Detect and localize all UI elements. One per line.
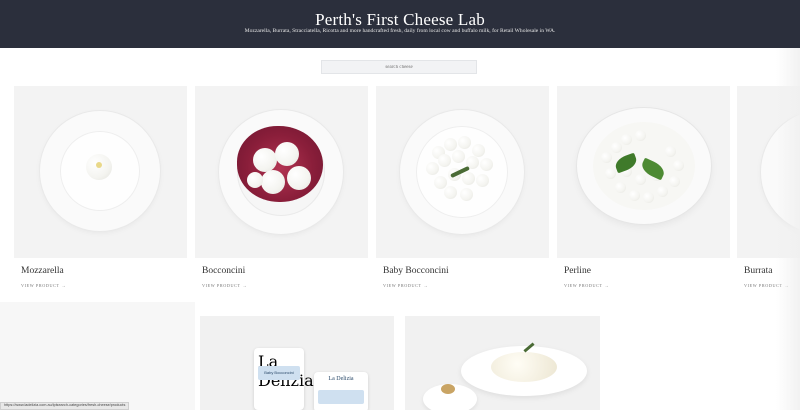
search-input[interactable]	[321, 60, 477, 74]
perline-ball	[665, 146, 676, 157]
tub-label	[318, 390, 364, 404]
product-name[interactable]: Perline	[564, 266, 591, 276]
product-image-placeholder[interactable]	[0, 302, 195, 410]
bocconcini-ball	[287, 166, 311, 190]
baby-bocconcini-ball	[480, 158, 493, 171]
page-edge-shadow	[776, 48, 800, 410]
baby-bocconcini-ball	[444, 186, 457, 199]
baby-bocconcini-ball	[444, 138, 457, 151]
product-image-perline[interactable]	[557, 86, 730, 258]
tub-brand: La Delizia	[328, 376, 354, 382]
baby-bocconcini-ball	[458, 136, 471, 149]
cheese-pile	[491, 352, 557, 382]
product-name[interactable]: Mozzarella	[21, 266, 64, 276]
perline-ball	[673, 160, 684, 171]
tub-label: Baby Bocconcini	[258, 366, 300, 380]
baby-bocconcini-ball	[472, 144, 485, 157]
bocconcini-ball	[275, 142, 299, 166]
view-product-link[interactable]: VIEW PRODUCT →	[202, 283, 247, 288]
perline-ball	[629, 190, 640, 201]
perline-ball	[621, 134, 632, 145]
perline-ball	[605, 168, 616, 179]
site-header: Perth's First Cheese Lab Mozzarella, Bur…	[0, 0, 800, 48]
page-title: Perth's First Cheese Lab	[315, 10, 485, 29]
perline-ball	[635, 174, 646, 185]
product-image-ricotta[interactable]	[405, 316, 600, 410]
baby-bocconcini-ball	[452, 150, 465, 163]
baby-bocconcini-ball	[438, 154, 451, 167]
perline-ball	[669, 176, 680, 187]
product-name[interactable]: Bocconcini	[202, 266, 245, 276]
perline-ball	[611, 142, 622, 153]
product-image-mozzarella[interactable]	[14, 86, 187, 258]
perline-ball	[657, 186, 668, 197]
product-image-baby-bocconcini[interactable]	[376, 86, 549, 258]
view-product-link[interactable]: VIEW PRODUCT →	[564, 283, 609, 288]
tub-brand: La Delizia	[258, 352, 314, 390]
bocconcini-ball	[247, 172, 263, 188]
perline-ball	[601, 152, 612, 163]
product-image-packaging[interactable]: La Delizia Baby Bocconcini La Delizia	[200, 316, 394, 410]
product-name[interactable]: Burrata	[744, 266, 773, 276]
baby-bocconcini-ball	[476, 174, 489, 187]
baby-bocconcini-ball	[426, 162, 439, 175]
view-product-link[interactable]: VIEW PRODUCT →	[383, 283, 428, 288]
perline-ball	[615, 182, 626, 193]
view-product-link[interactable]: VIEW PRODUCT →	[21, 283, 66, 288]
product-image-bocconcini[interactable]	[195, 86, 368, 258]
baby-bocconcini-ball	[462, 172, 475, 185]
bocconcini-ball	[261, 170, 285, 194]
perline-ball	[635, 130, 646, 141]
page-subtitle: Mozzarella, Burrata, Stracciatella, Rico…	[244, 28, 556, 34]
bocconcini-ball	[253, 148, 277, 172]
garnish	[96, 162, 102, 168]
perline-ball	[643, 192, 654, 203]
product-name[interactable]: Baby Bocconcini	[383, 266, 449, 276]
walnut	[441, 384, 455, 394]
baby-bocconcini-ball	[460, 188, 473, 201]
status-bar-url: https://www.ladelizia.com.au/lplsearch-c…	[0, 402, 130, 410]
